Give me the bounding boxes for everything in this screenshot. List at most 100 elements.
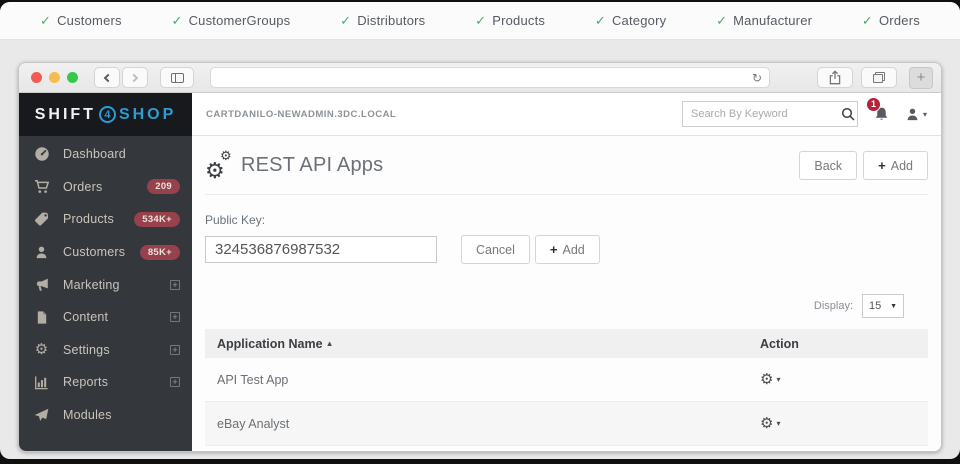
page-header-buttons: Back + Add: [799, 151, 928, 180]
row-actions-button[interactable]: ⚙ ▾: [760, 416, 928, 431]
gear-icon: ⚙: [205, 160, 225, 182]
keyword-search-box[interactable]: [682, 101, 858, 127]
checklist-label: Category: [612, 13, 666, 28]
sidebar-item-settings[interactable]: ⚙ Settings +: [19, 334, 192, 367]
forward-nav-button[interactable]: [122, 67, 148, 88]
admin-header-right: 1 ▾: [682, 101, 927, 127]
add-app-button[interactable]: + Add: [863, 151, 928, 180]
chevron-down-icon: ▾: [776, 375, 780, 384]
sidebar-item-reports[interactable]: Reports +: [19, 366, 192, 399]
share-button[interactable]: [817, 67, 853, 88]
notifications-button[interactable]: 1: [873, 106, 890, 123]
address-input[interactable]: [211, 68, 752, 87]
admin-sidebar: SHIFT 4 SHOP Dashboard Orders 209: [19, 93, 192, 451]
column-label: Action: [760, 337, 799, 351]
paper-plane-icon: [33, 408, 50, 423]
checklist-item-customers: ✓ Customers: [40, 13, 122, 29]
show-tabs-button[interactable]: [861, 67, 897, 88]
public-key-buttons: Cancel + Add: [461, 235, 600, 264]
page-title: REST API Apps: [241, 154, 383, 177]
checklist-item-products: ✓ Products: [475, 13, 545, 29]
sidebar-item-orders[interactable]: Orders 209: [19, 171, 192, 204]
app-name-cell: API Test App: [205, 373, 760, 387]
orders-count-badge: 209: [147, 179, 180, 194]
sidebar-menu: Dashboard Orders 209 Products 534K+: [19, 136, 192, 431]
back-button[interactable]: Back: [799, 151, 857, 180]
browser-window: ↻ + SHIFT 4 SHOP: [18, 62, 942, 452]
dashboard-icon: [33, 146, 50, 162]
back-button-label: Back: [814, 159, 842, 173]
row-actions-button[interactable]: ⚙ ▾: [760, 372, 928, 387]
plus-icon: +: [550, 242, 558, 257]
sidebar-item-modules[interactable]: Modules: [19, 399, 192, 432]
sidebar-item-label: Modules: [63, 408, 112, 422]
expand-plus-icon[interactable]: +: [170, 312, 180, 322]
close-window-button[interactable]: [31, 72, 42, 83]
check-icon: ✓: [716, 13, 727, 29]
checklist-item-orders: ✓ Orders: [862, 13, 920, 29]
app-name-cell: eBay Analyst: [205, 417, 760, 431]
checklist-label: Manufacturer: [733, 13, 812, 28]
page-header: ⚙ ⚙ REST API Apps Back + Add: [205, 151, 928, 180]
expand-plus-icon[interactable]: +: [170, 377, 180, 387]
gear-icon: ⚙: [220, 149, 232, 162]
table-row: eBay Analyst ⚙ ▾: [205, 402, 928, 446]
share-icon: [829, 70, 841, 85]
confirm-add-button[interactable]: + Add: [535, 235, 600, 264]
column-label: Application Name: [217, 337, 323, 351]
display-label: Display:: [814, 300, 853, 312]
display-select[interactable]: 15 ▼: [862, 294, 904, 318]
minimize-window-button[interactable]: [49, 72, 60, 83]
search-input[interactable]: [683, 108, 841, 120]
browser-toolbar: ↻ +: [19, 63, 941, 93]
chevron-down-icon: ▾: [923, 110, 927, 119]
toolbar-right: +: [817, 67, 933, 89]
table-header: Application Name ▲ Action: [205, 329, 928, 358]
select-arrow-icon: ▼: [890, 303, 897, 310]
column-application-name[interactable]: Application Name ▲: [205, 337, 760, 351]
cancel-button[interactable]: Cancel: [461, 235, 530, 264]
logo-four-circle: 4: [99, 106, 116, 123]
search-icon[interactable]: [841, 107, 862, 121]
user-menu-button[interactable]: ▾: [905, 107, 927, 122]
sidebar-item-marketing[interactable]: Marketing +: [19, 268, 192, 301]
chevron-down-icon: ▾: [776, 419, 780, 428]
apps-table: Application Name ▲ Action API Test App ⚙…: [205, 329, 928, 446]
entity-checklist-bar: ✓ Customers ✓ CustomerGroups ✓ Distribut…: [0, 2, 960, 40]
plus-icon: +: [878, 158, 886, 173]
table-row: API Test App ⚙ ▾: [205, 358, 928, 402]
customer-icon: [33, 245, 50, 260]
checklist-label: Orders: [879, 13, 920, 28]
checklist-label: CustomerGroups: [189, 13, 291, 28]
back-nav-button[interactable]: [94, 67, 120, 88]
zoom-window-button[interactable]: [67, 72, 78, 83]
reload-icon[interactable]: ↻: [752, 71, 769, 85]
sidebar-item-label: Marketing: [63, 278, 120, 292]
check-icon: ✓: [862, 13, 873, 29]
expand-plus-icon[interactable]: +: [170, 280, 180, 290]
sidebar-item-customers[interactable]: Customers 85K+: [19, 236, 192, 269]
user-icon: [905, 107, 920, 122]
chevron-right-icon: [130, 73, 138, 81]
address-bar[interactable]: ↻: [210, 67, 770, 88]
public-key-input[interactable]: [205, 236, 437, 263]
admin-header: CARTDANILO-NEWADMIN.3DC.LOCAL 1 ▾: [192, 93, 941, 136]
display-selected-value: 15: [869, 300, 881, 312]
screen: ✓ Customers ✓ CustomerGroups ✓ Distribut…: [0, 2, 960, 459]
sidebar-item-products[interactable]: Products 534K+: [19, 203, 192, 236]
sidebar-item-content[interactable]: Content +: [19, 301, 192, 334]
window-controls: [31, 72, 78, 83]
sidebar-pane-icon: [171, 73, 184, 83]
tabs-icon: [873, 72, 885, 83]
products-count-badge: 534K+: [134, 212, 180, 227]
sidebar-item-label: Products: [63, 212, 114, 226]
sidebar-item-dashboard[interactable]: Dashboard: [19, 138, 192, 171]
public-key-row: Cancel + Add: [205, 235, 928, 264]
checklist-label: Customers: [57, 13, 122, 28]
shift4shop-logo: SHIFT 4 SHOP: [19, 93, 192, 136]
megaphone-icon: [33, 277, 50, 293]
sidebar-toggle-button[interactable]: [160, 67, 194, 88]
new-tab-button[interactable]: +: [909, 67, 933, 89]
expand-plus-icon[interactable]: +: [170, 345, 180, 355]
public-key-label: Public Key:: [205, 213, 928, 227]
